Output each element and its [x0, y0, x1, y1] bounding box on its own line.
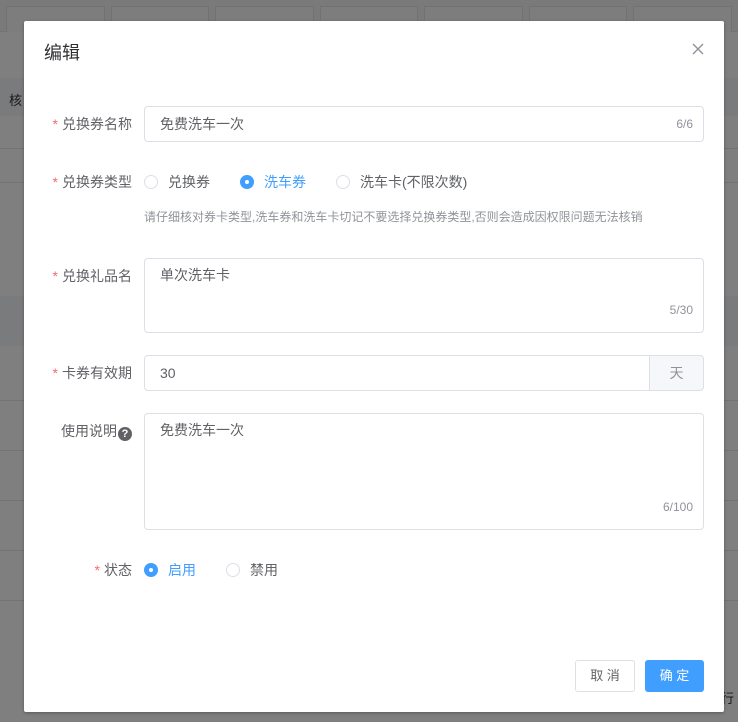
coupon-type-hint: 请仔细核对券卡类型,洗车券和洗车卡切记不要选择兑换券类型,否则会造成因权限问题无… [144, 210, 643, 224]
radio-icon [336, 175, 350, 189]
usage-count: 6/100 [662, 500, 693, 514]
coupon-name-field[interactable] [145, 107, 703, 141]
radio-checked-icon [144, 563, 158, 577]
radio-icon [144, 175, 158, 189]
dialog-title: 编辑 [44, 43, 80, 63]
usage-label: 使用说明? [24, 421, 132, 441]
coupon-name-label: * 兑换券名称 [52, 116, 132, 132]
coupon-type-radio-unlimited-card[interactable]: 洗车卡(不限次数) [336, 172, 467, 192]
edit-dialog: 编辑 *兑换券名称 6/6 *兑换券类型 兑换券 洗车券 洗车卡(不限次数) 请… [24, 21, 724, 712]
usage-field[interactable]: 免费洗车一次 [145, 414, 703, 504]
validity-label: * 卡券有效期 [52, 365, 132, 381]
coupon-name-count: 6/6 [676, 117, 693, 131]
cancel-button[interactable]: 取 消 [575, 660, 635, 692]
validity-unit: 天 [650, 355, 704, 391]
coupon-type-label: * 兑换券类型 [52, 174, 132, 190]
gift-name-textarea[interactable]: 单次洗车卡 5/30 [144, 258, 704, 333]
validity-field[interactable] [145, 356, 649, 390]
confirm-button[interactable]: 确 定 [645, 660, 704, 692]
status-label: * 状态 [94, 562, 132, 578]
usage-textarea[interactable]: 免费洗车一次 6/100 [144, 413, 704, 530]
gift-name-count: 5/30 [669, 303, 693, 317]
coupon-type-radio-exchange[interactable]: 兑换券 [144, 172, 210, 192]
radio-icon [226, 563, 240, 577]
radio-checked-icon [240, 175, 254, 189]
status-radio-enabled[interactable]: 启用 [144, 560, 196, 580]
coupon-type-radio-carwash[interactable]: 洗车券 [240, 172, 306, 192]
gift-name-label: * 兑换礼品名 [52, 268, 132, 284]
question-icon[interactable]: ? [118, 427, 132, 441]
close-button[interactable] [688, 39, 708, 59]
close-icon [692, 43, 704, 55]
validity-input[interactable] [144, 355, 650, 391]
coupon-name-input[interactable]: 6/6 [144, 106, 704, 142]
status-radio-disabled[interactable]: 禁用 [226, 560, 278, 580]
gift-name-field[interactable]: 单次洗车卡 [145, 259, 703, 309]
